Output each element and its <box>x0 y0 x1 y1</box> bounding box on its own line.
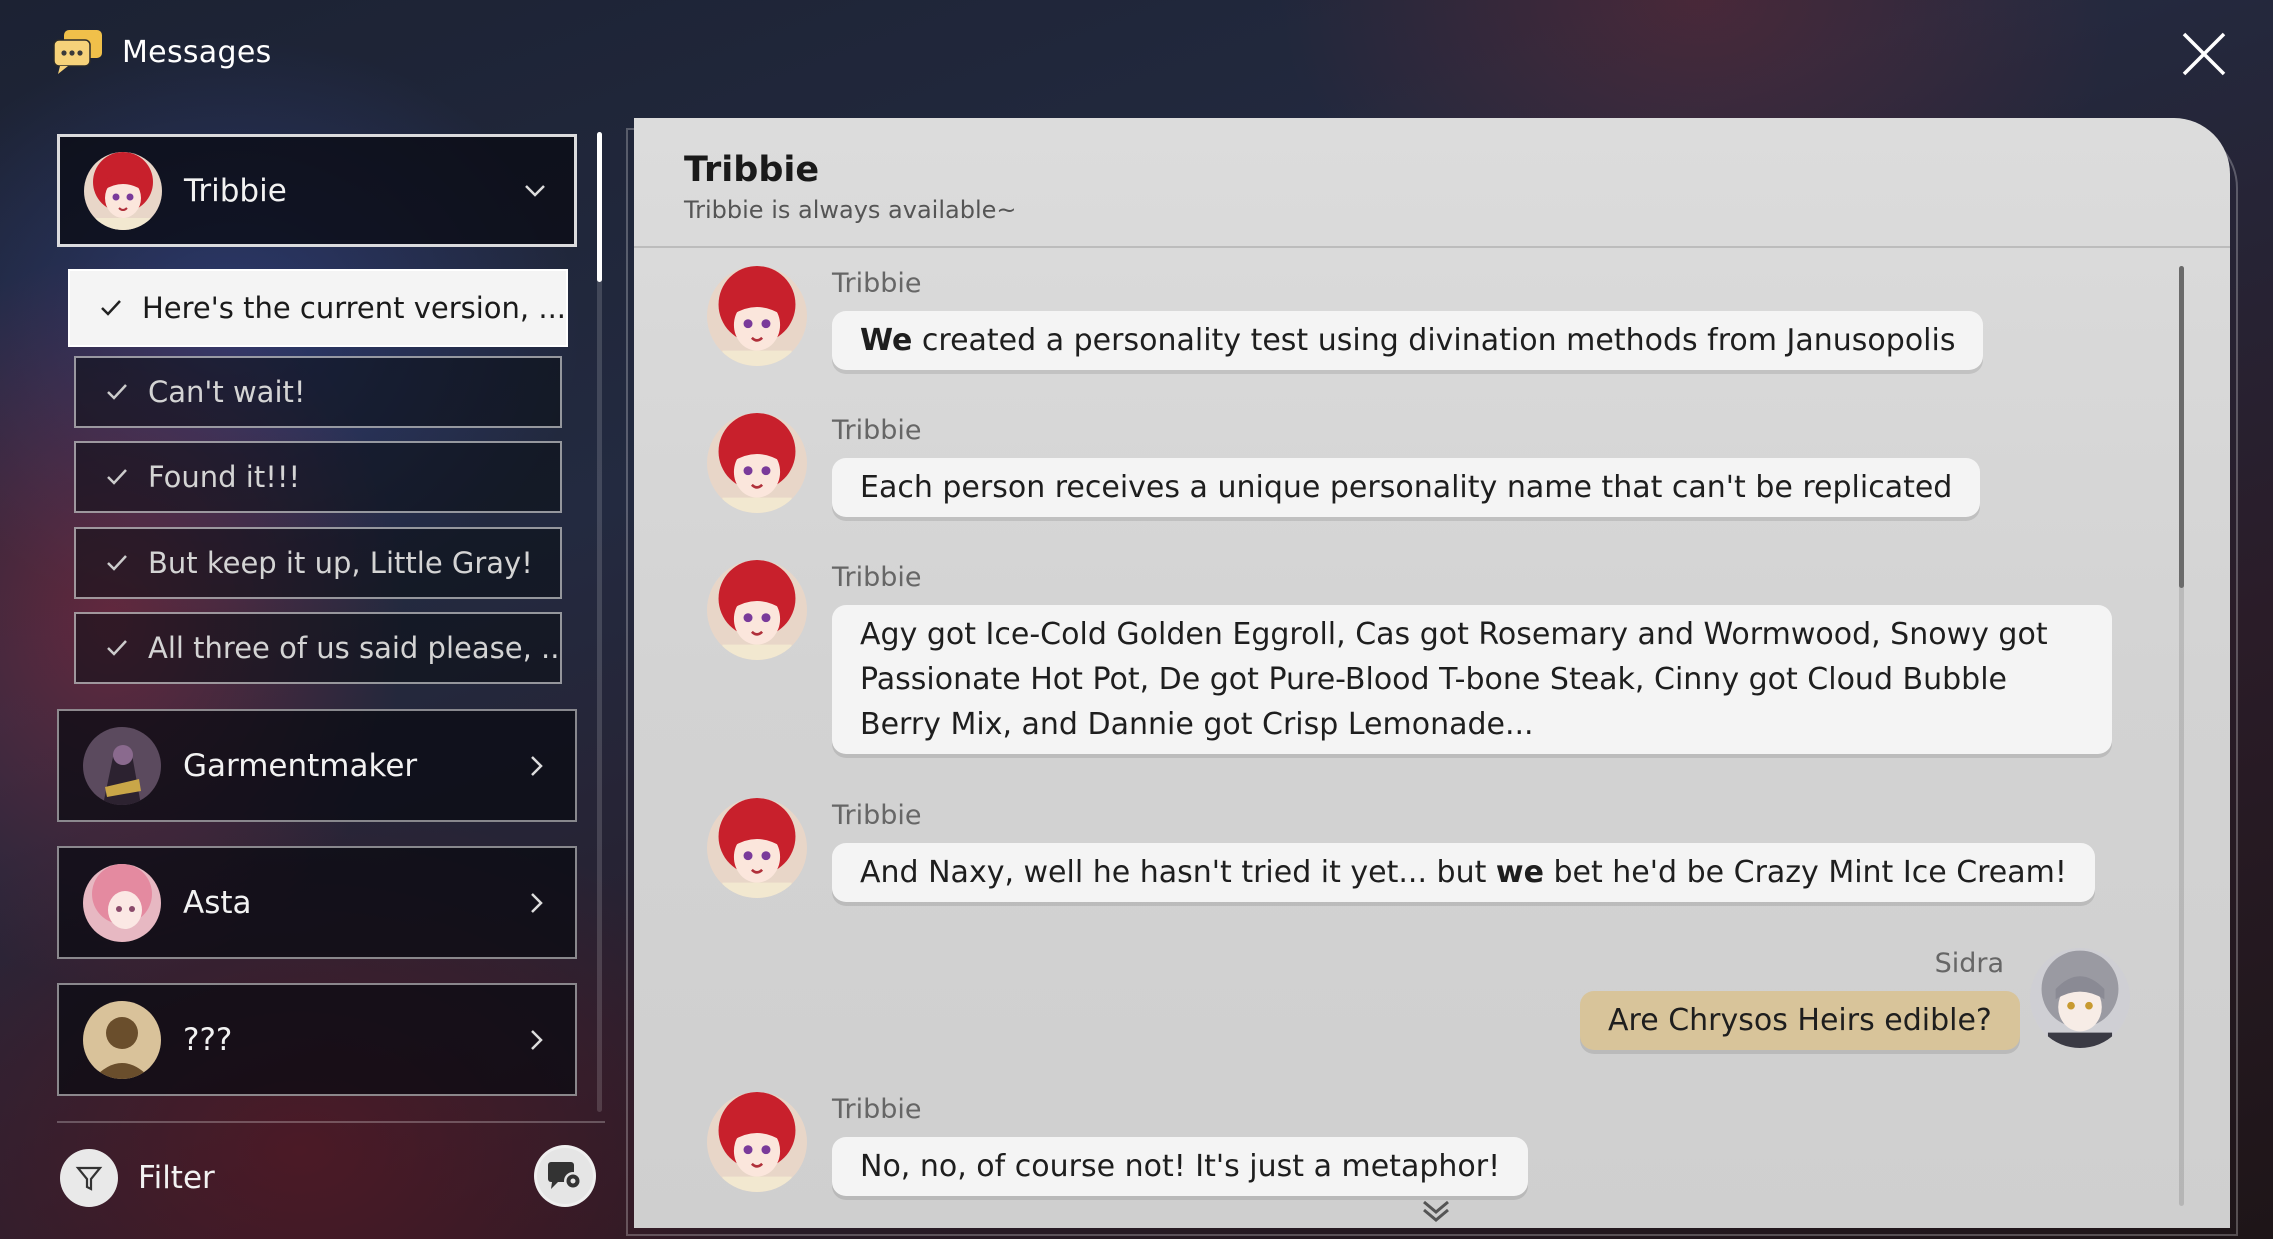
chevron-right-icon <box>531 1029 543 1050</box>
chevron-right-icon <box>531 892 543 913</box>
message-sender: Sidra <box>1934 948 2004 979</box>
contact-name: Garmentmaker <box>183 747 418 784</box>
message-text: bet he'd be Crazy Mint Ice Cream! <box>1543 855 2067 890</box>
thread-item[interactable]: Found it!!! <box>74 441 562 513</box>
messages-icon <box>52 28 104 76</box>
check-icon <box>107 469 127 485</box>
asta-avatar <box>83 863 161 942</box>
header-title: Messages <box>122 34 272 70</box>
thread-item[interactable]: Can't wait! <box>74 356 562 428</box>
message-emphasis: we <box>1495 855 1544 890</box>
message-bubble: We created a personality test using divi… <box>832 311 1984 370</box>
thread-item[interactable]: But keep it up, Little Gray! <box>74 527 562 599</box>
thread-label: Here's the current version, ... <box>142 291 566 325</box>
filter-button[interactable]: Filter <box>60 1149 215 1207</box>
tribbie-avatar <box>707 266 807 366</box>
message-emphasis: We <box>860 323 913 358</box>
message-settings-icon <box>548 1162 582 1190</box>
chat-contact-name: Tribbie <box>684 150 820 190</box>
close-icon <box>2182 32 2226 76</box>
left-divider <box>57 1121 605 1123</box>
tribbie-avatar <box>707 413 807 513</box>
message-sender: Tribbie <box>832 800 922 831</box>
check-icon <box>107 640 127 656</box>
tribbie-avatar <box>707 560 807 660</box>
chat-header-divider <box>634 246 2230 248</box>
unknown-silhouette-avatar <box>83 1000 161 1079</box>
chat-panel: Tribbie Tribbie is always available~ Tri… <box>634 118 2230 1228</box>
message-sender: Tribbie <box>832 562 922 593</box>
chevron-down-icon <box>525 184 545 197</box>
filter-icon <box>60 1149 118 1207</box>
thread-label: Can't wait! <box>148 375 306 409</box>
check-icon <box>107 555 127 571</box>
contact-list-scrollbar[interactable] <box>597 132 602 282</box>
message-bubble: No, no, of course not! It's just a metap… <box>832 1137 1529 1196</box>
contact-name: Asta <box>183 884 252 921</box>
thread-label: But keep it up, Little Gray! <box>148 546 533 580</box>
thread-item[interactable]: Here's the current version, ... <box>68 269 568 347</box>
tribbie-avatar <box>707 1092 807 1192</box>
message-text: And Naxy, well he hasn't tried it yet...… <box>860 855 1496 890</box>
message-bubble: Each person receives a unique personalit… <box>832 458 1981 517</box>
chevron-right-icon <box>531 755 543 776</box>
tribbie-avatar <box>84 151 162 230</box>
contact-tribbie[interactable]: Tribbie <box>57 134 577 247</box>
message-text: No, no, of course not! It's just a metap… <box>860 1149 1501 1184</box>
contact-name: ??? <box>183 1021 233 1058</box>
thread-item[interactable]: All three of us said please, ... <box>74 612 562 684</box>
tribbie-avatar <box>707 798 807 898</box>
message-sender: Tribbie <box>832 268 922 299</box>
contact-garmentmaker[interactable]: Garmentmaker <box>57 709 577 822</box>
sidra-avatar <box>2030 948 2130 1048</box>
message-settings-button[interactable] <box>534 1145 596 1207</box>
thread-label: All three of us said please, ... <box>148 631 560 665</box>
message-text: Are Chrysos Heirs edible? <box>1608 1003 1992 1038</box>
contact-unknown[interactable]: ??? <box>57 983 577 1096</box>
messages-header: Messages <box>52 26 272 78</box>
check-icon <box>101 300 121 316</box>
chat-contact-status: Tribbie is always available~ <box>684 196 1017 224</box>
filter-label: Filter <box>138 1160 215 1196</box>
contact-asta[interactable]: Asta <box>57 846 577 959</box>
message-sender: Tribbie <box>832 415 922 446</box>
close-button[interactable] <box>2180 30 2228 78</box>
message-bubble-self: Are Chrysos Heirs edible? <box>1580 991 2020 1050</box>
contact-name: Tribbie <box>184 172 287 209</box>
chevron-down-icon[interactable] <box>1420 1198 1452 1222</box>
garmentmaker-avatar <box>83 726 161 805</box>
message-bubble: And Naxy, well he hasn't tried it yet...… <box>832 843 2095 902</box>
chat-scrollbar[interactable] <box>2179 266 2184 588</box>
message-sender: Tribbie <box>832 1094 922 1125</box>
message-text: Agy got Ice-Cold Golden Eggroll, Cas got… <box>860 617 2048 742</box>
thread-label: Found it!!! <box>148 460 301 494</box>
message-text: Each person receives a unique personalit… <box>860 470 1953 505</box>
message-text: created a personality test using divinat… <box>912 323 1956 358</box>
message-bubble: Agy got Ice-Cold Golden Eggroll, Cas got… <box>832 605 2112 754</box>
check-icon <box>107 384 127 400</box>
